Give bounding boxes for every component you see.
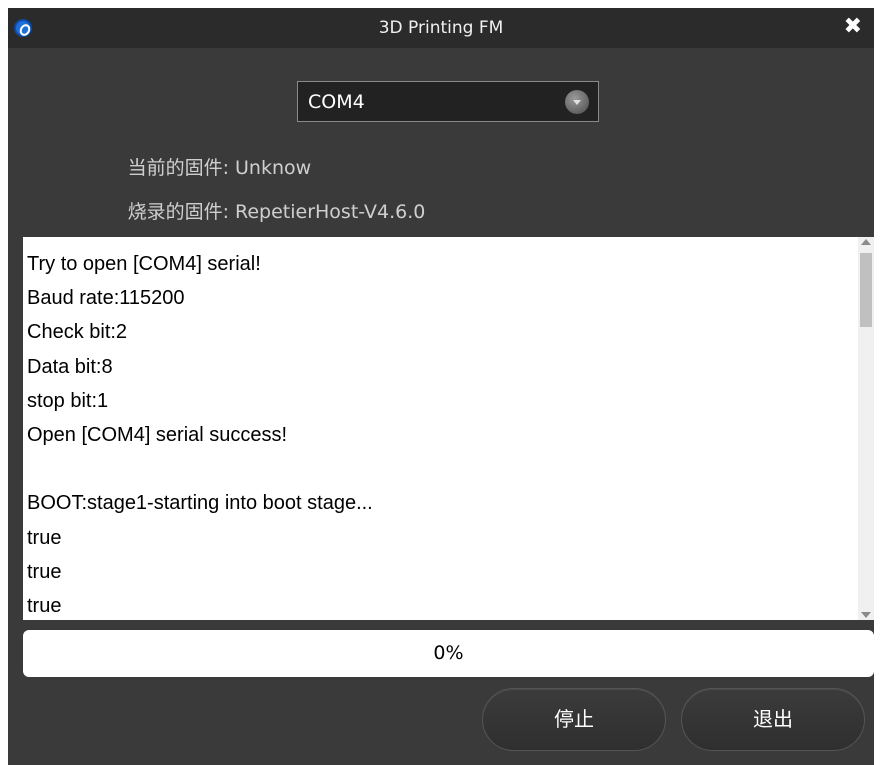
scroll-thumb[interactable] xyxy=(860,253,872,327)
exit-button[interactable]: 退出 xyxy=(681,688,865,751)
progress-bar: 0% xyxy=(23,630,874,677)
log-line: true xyxy=(27,594,62,617)
log-lines: Try to open [COM4] serial! Baud rate:115… xyxy=(27,247,373,620)
scroll-up-icon[interactable] xyxy=(861,239,871,245)
chevron-down-icon[interactable] xyxy=(565,90,589,114)
current-firmware-label: 当前的固件: xyxy=(127,157,229,179)
log-line: true xyxy=(27,560,62,583)
stop-button[interactable]: 停止 xyxy=(482,688,666,751)
window-title: 3D Printing FM xyxy=(378,18,504,38)
close-button[interactable]: ✖ xyxy=(844,14,862,40)
current-firmware-row: 当前的固件: Unknow xyxy=(66,153,312,180)
burn-firmware-value: RepetierHost-V4.6.0 xyxy=(235,201,426,223)
log-output[interactable]: Try to open [COM4] serial! Baud rate:115… xyxy=(23,237,874,620)
scroll-down-icon[interactable] xyxy=(861,612,871,618)
log-scrollbar[interactable] xyxy=(858,237,874,620)
log-line: Data bit:8 xyxy=(27,355,113,378)
log-line: BOOT:stage1-starting into boot stage... xyxy=(27,492,373,515)
log-line: true xyxy=(27,526,62,549)
current-firmware-value: Unknow xyxy=(235,157,312,179)
firmware-window: 3D Printing FM ✖ COM4 当前的固件: Unknow 烧录的固件… xyxy=(8,8,874,765)
progress-label: 0% xyxy=(433,642,464,664)
log-line: Open [COM4] serial success! xyxy=(27,423,288,446)
burn-firmware-row: 烧录的固件: RepetierHost-V4.6.0 xyxy=(66,197,426,224)
log-line: Check bit:2 xyxy=(27,321,128,344)
log-line: Try to open [COM4] serial! xyxy=(27,253,261,275)
burn-firmware-label: 烧录的固件: xyxy=(127,201,229,223)
title-bar: 3D Printing FM ✖ xyxy=(8,8,874,48)
port-select[interactable]: COM4 xyxy=(297,81,599,122)
log-line: Baud rate:115200 xyxy=(27,287,185,310)
log-line: stop bit:1 xyxy=(27,389,109,412)
port-select-value: COM4 xyxy=(308,91,365,113)
